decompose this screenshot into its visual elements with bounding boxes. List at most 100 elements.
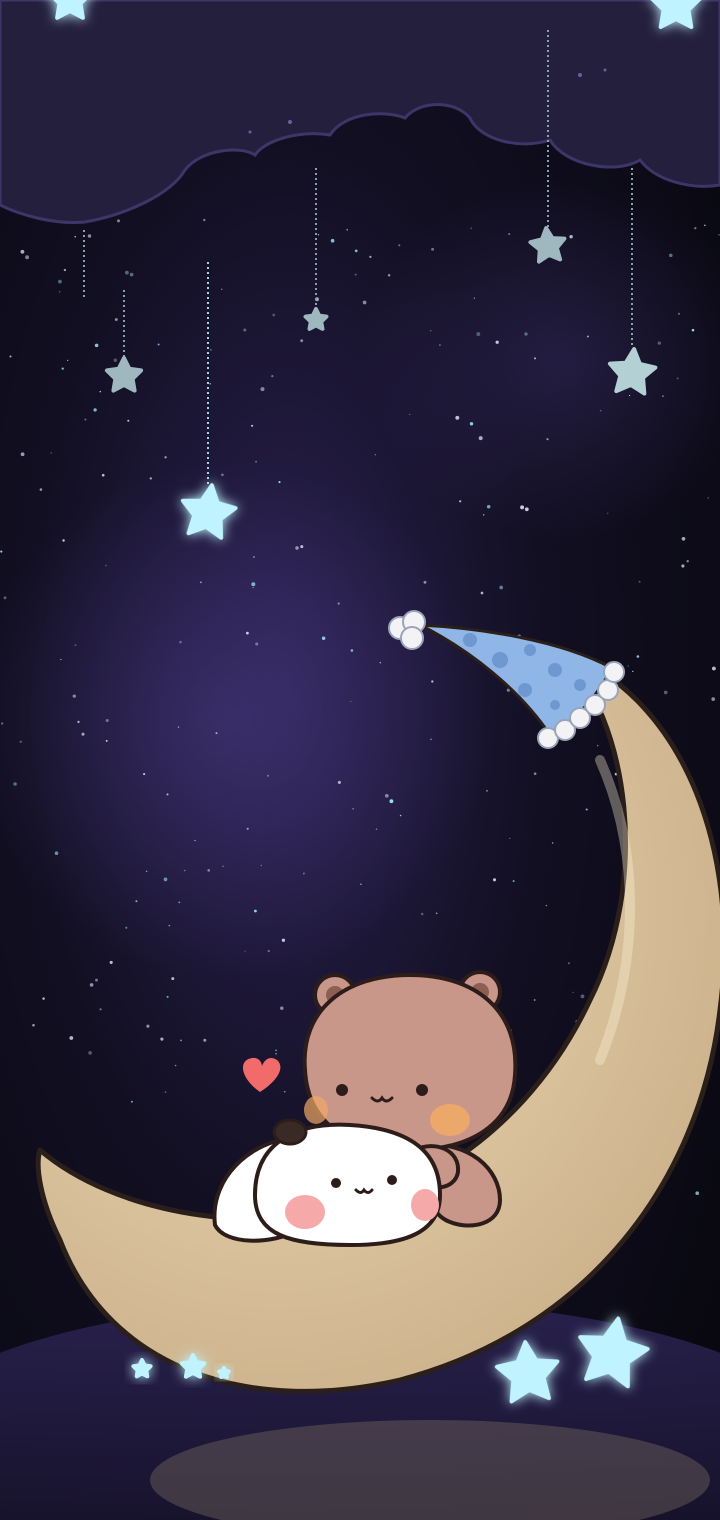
sky-star-dot: [533, 999, 536, 1001]
cloud-sparkle: [603, 68, 607, 72]
sky-star-dot: [300, 545, 304, 549]
sky-star-dot: [221, 288, 223, 290]
sky-star-dot: [50, 452, 53, 454]
sky-star-dot: [551, 842, 554, 844]
sky-star-dot: [246, 631, 249, 635]
sky-star-dot: [384, 793, 389, 798]
sky-star-dot: [389, 799, 394, 804]
sky-star-dot: [105, 718, 109, 723]
sky-star-dot: [260, 864, 262, 867]
sky-star-dot: [387, 273, 391, 277]
sky-star-dot: [398, 244, 401, 247]
sky-star-dot: [179, 640, 182, 644]
sky-star-dot: [174, 1064, 177, 1067]
sky-star-dot: [251, 582, 256, 587]
sky-star-dot: [88, 1051, 92, 1055]
sky-star-dot: [486, 789, 488, 792]
sky-star-dot: [74, 235, 77, 238]
sky-star-dot: [0, 550, 3, 553]
sky-star-dot: [20, 249, 25, 254]
sky-star-dot: [694, 227, 697, 230]
sky-star-dot: [184, 869, 186, 872]
sky-star-dot: [469, 422, 474, 426]
sky-star-dot: [375, 828, 378, 830]
sky-star-dot: [109, 960, 113, 964]
sky-star-dot: [267, 774, 269, 777]
sky-star-dot: [9, 355, 12, 358]
sky-star-dot: [585, 808, 588, 811]
sky-star-dot: [628, 394, 631, 397]
sky-star-dot: [87, 234, 92, 238]
sky-star-dot: [124, 270, 129, 275]
sky-star-dot: [61, 367, 64, 370]
sky-star-dot: [20, 452, 25, 457]
sky-star-dot: [143, 773, 146, 776]
sky-star-dot: [271, 375, 274, 378]
sky-star-dot: [77, 720, 80, 724]
sky-star-dot: [180, 1039, 182, 1042]
sky-star-dot: [129, 272, 134, 277]
sky-star-dot: [253, 909, 257, 913]
sky-star-dot: [499, 585, 504, 590]
sky-star-dot: [486, 504, 491, 509]
sky-star-dot: [215, 732, 218, 735]
sky-star-dot: [321, 636, 326, 641]
panda-ear: [272, 1118, 308, 1146]
sky-star-dot: [255, 642, 259, 646]
sky-star-dot: [145, 870, 148, 873]
sky-star-dot: [99, 390, 102, 393]
sky-star-dot: [430, 330, 432, 332]
sky-star-dot: [67, 359, 69, 362]
sky-star-dot: [435, 912, 438, 915]
sky-star-dot: [482, 514, 485, 516]
sky-star-dot: [459, 500, 462, 503]
sky-star-dot: [39, 488, 43, 491]
sky-star-dot: [278, 481, 281, 484]
sky-star-dot: [101, 473, 105, 477]
cloud-sparkle: [578, 73, 582, 77]
sky-star-dot: [25, 255, 30, 260]
sky-star-dot: [210, 349, 212, 351]
sky-star-dot: [362, 300, 367, 305]
sky-star-dot: [209, 383, 211, 385]
night-sky-scene: [0, 0, 720, 1520]
sky-star-dot: [194, 839, 196, 842]
sky-star-dot: [669, 253, 673, 258]
sky-star-dot: [476, 332, 481, 337]
sky-star-dot: [707, 497, 709, 499]
sky-star-dot: [676, 377, 679, 380]
sky-star-dot: [207, 869, 211, 872]
sky-star-dot: [222, 865, 224, 867]
sky-star-dot: [430, 738, 432, 741]
sky-star-dot: [135, 900, 138, 903]
sky-star-dot: [711, 666, 716, 671]
star-icon: [217, 1366, 231, 1379]
cloud-sparkle: [248, 130, 252, 134]
sky-star-dot: [691, 328, 695, 332]
sky-star-dot: [580, 994, 585, 999]
sky-star-dot: [149, 477, 152, 480]
sky-star-dot: [164, 1091, 167, 1093]
sky-star-dot: [512, 880, 515, 883]
sky-star-dot: [545, 904, 548, 907]
sky-star-dot: [127, 419, 130, 422]
sky-star-dot: [255, 460, 258, 463]
sky-star-dot: [63, 268, 67, 272]
sky-star-dot: [686, 559, 689, 563]
sky-star-dot: [280, 1006, 284, 1010]
sky-star-dot: [199, 581, 202, 584]
sky-star-dot: [431, 247, 435, 251]
sky-star-dot: [221, 473, 224, 477]
sky-star-dot: [3, 596, 7, 600]
sky-star-dot: [681, 536, 686, 541]
sky-star-dot: [480, 591, 484, 595]
sky-star-dot: [54, 851, 59, 855]
sky-star-dot: [586, 335, 589, 338]
sky-star-dot: [178, 901, 181, 904]
sky-star-dot: [695, 1191, 699, 1195]
sky-star-dot: [62, 539, 65, 542]
sky-star-dot: [19, 740, 23, 744]
sky-star-dot: [627, 665, 629, 667]
sky-star-dot: [272, 313, 276, 317]
sky-star-dot: [330, 238, 335, 243]
